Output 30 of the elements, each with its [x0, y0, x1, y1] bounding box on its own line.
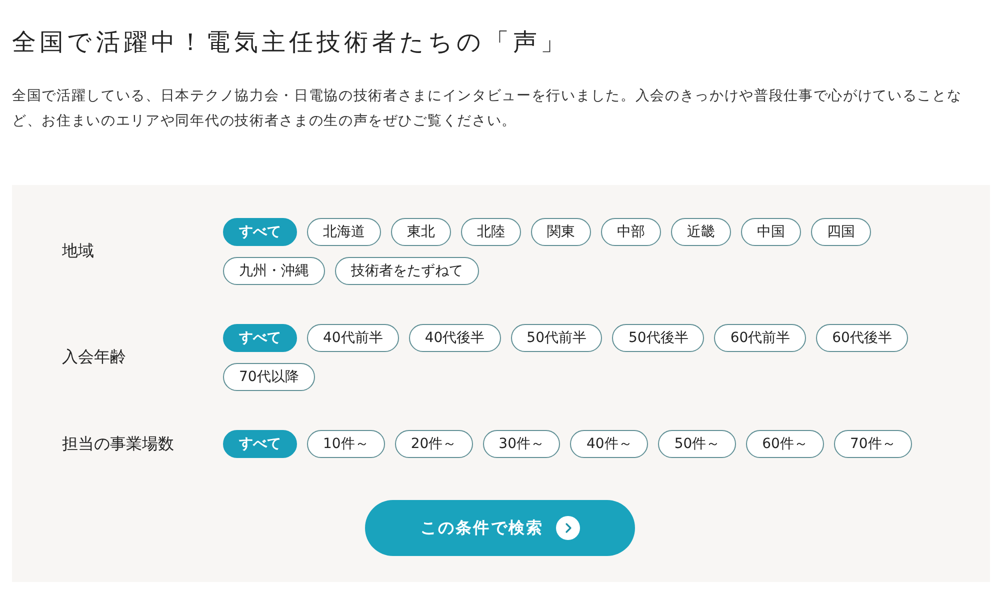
filter-chip[interactable]: 東北 — [391, 218, 451, 246]
filter-chip[interactable]: 九州・沖縄 — [223, 257, 325, 285]
filter-chip[interactable]: 関東 — [531, 218, 591, 246]
filter-chip[interactable]: 40代後半 — [408, 324, 501, 352]
filter-label: 入会年齢 — [62, 347, 127, 368]
page-heading: 全国で活躍中！電気主任技術者たちの「声」 — [12, 27, 569, 58]
filter-chip[interactable]: 北海道 — [307, 218, 381, 246]
filter-chip[interactable]: 中国 — [741, 218, 801, 246]
filter-label: 担当の事業場数 — [62, 434, 175, 454]
filter-chip[interactable]: 60代後半 — [816, 324, 908, 352]
filter-chip[interactable]: 50件～ — [658, 430, 736, 458]
filter-chip[interactable]: 50代前半 — [510, 324, 602, 352]
filter-chip[interactable]: 北陸 — [461, 218, 521, 246]
filter-chip[interactable]: 10件～ — [307, 430, 385, 458]
filter-chip[interactable]: 技術者をたずねて — [335, 257, 479, 285]
chevron-right-icon — [556, 516, 580, 540]
filter-chip[interactable]: 20件～ — [394, 430, 473, 458]
filter-chip[interactable]: 40件～ — [570, 430, 648, 458]
filter-chip[interactable]: 70代以降 — [223, 363, 315, 391]
filter-chip[interactable]: 70件～ — [834, 430, 912, 458]
filter-chip[interactable]: 50代後半 — [612, 324, 704, 352]
filter-chip[interactable]: 中部 — [601, 218, 661, 246]
filter-label: 地域 — [62, 241, 95, 262]
filter-chip[interactable]: 40代前半 — [307, 324, 399, 352]
filter-chip[interactable]: 近畿 — [671, 218, 731, 246]
filter-chip[interactable]: 30件～ — [482, 430, 560, 458]
filter-chip[interactable]: 四国 — [811, 218, 871, 246]
filter-chip[interactable]: 60件～ — [746, 430, 824, 458]
intro-paragraph: 全国で活躍している、日本テクノ協力会・日電協の技術者さまにインタビューを行いました。入会のきっかけや普段仕事で心がけていることなど、お住まいのエリアや同年代の技術者さまの生の声をぜひご覧ください。 — [12, 87, 963, 131]
filter-chip[interactable]: 60代前半 — [714, 324, 806, 352]
